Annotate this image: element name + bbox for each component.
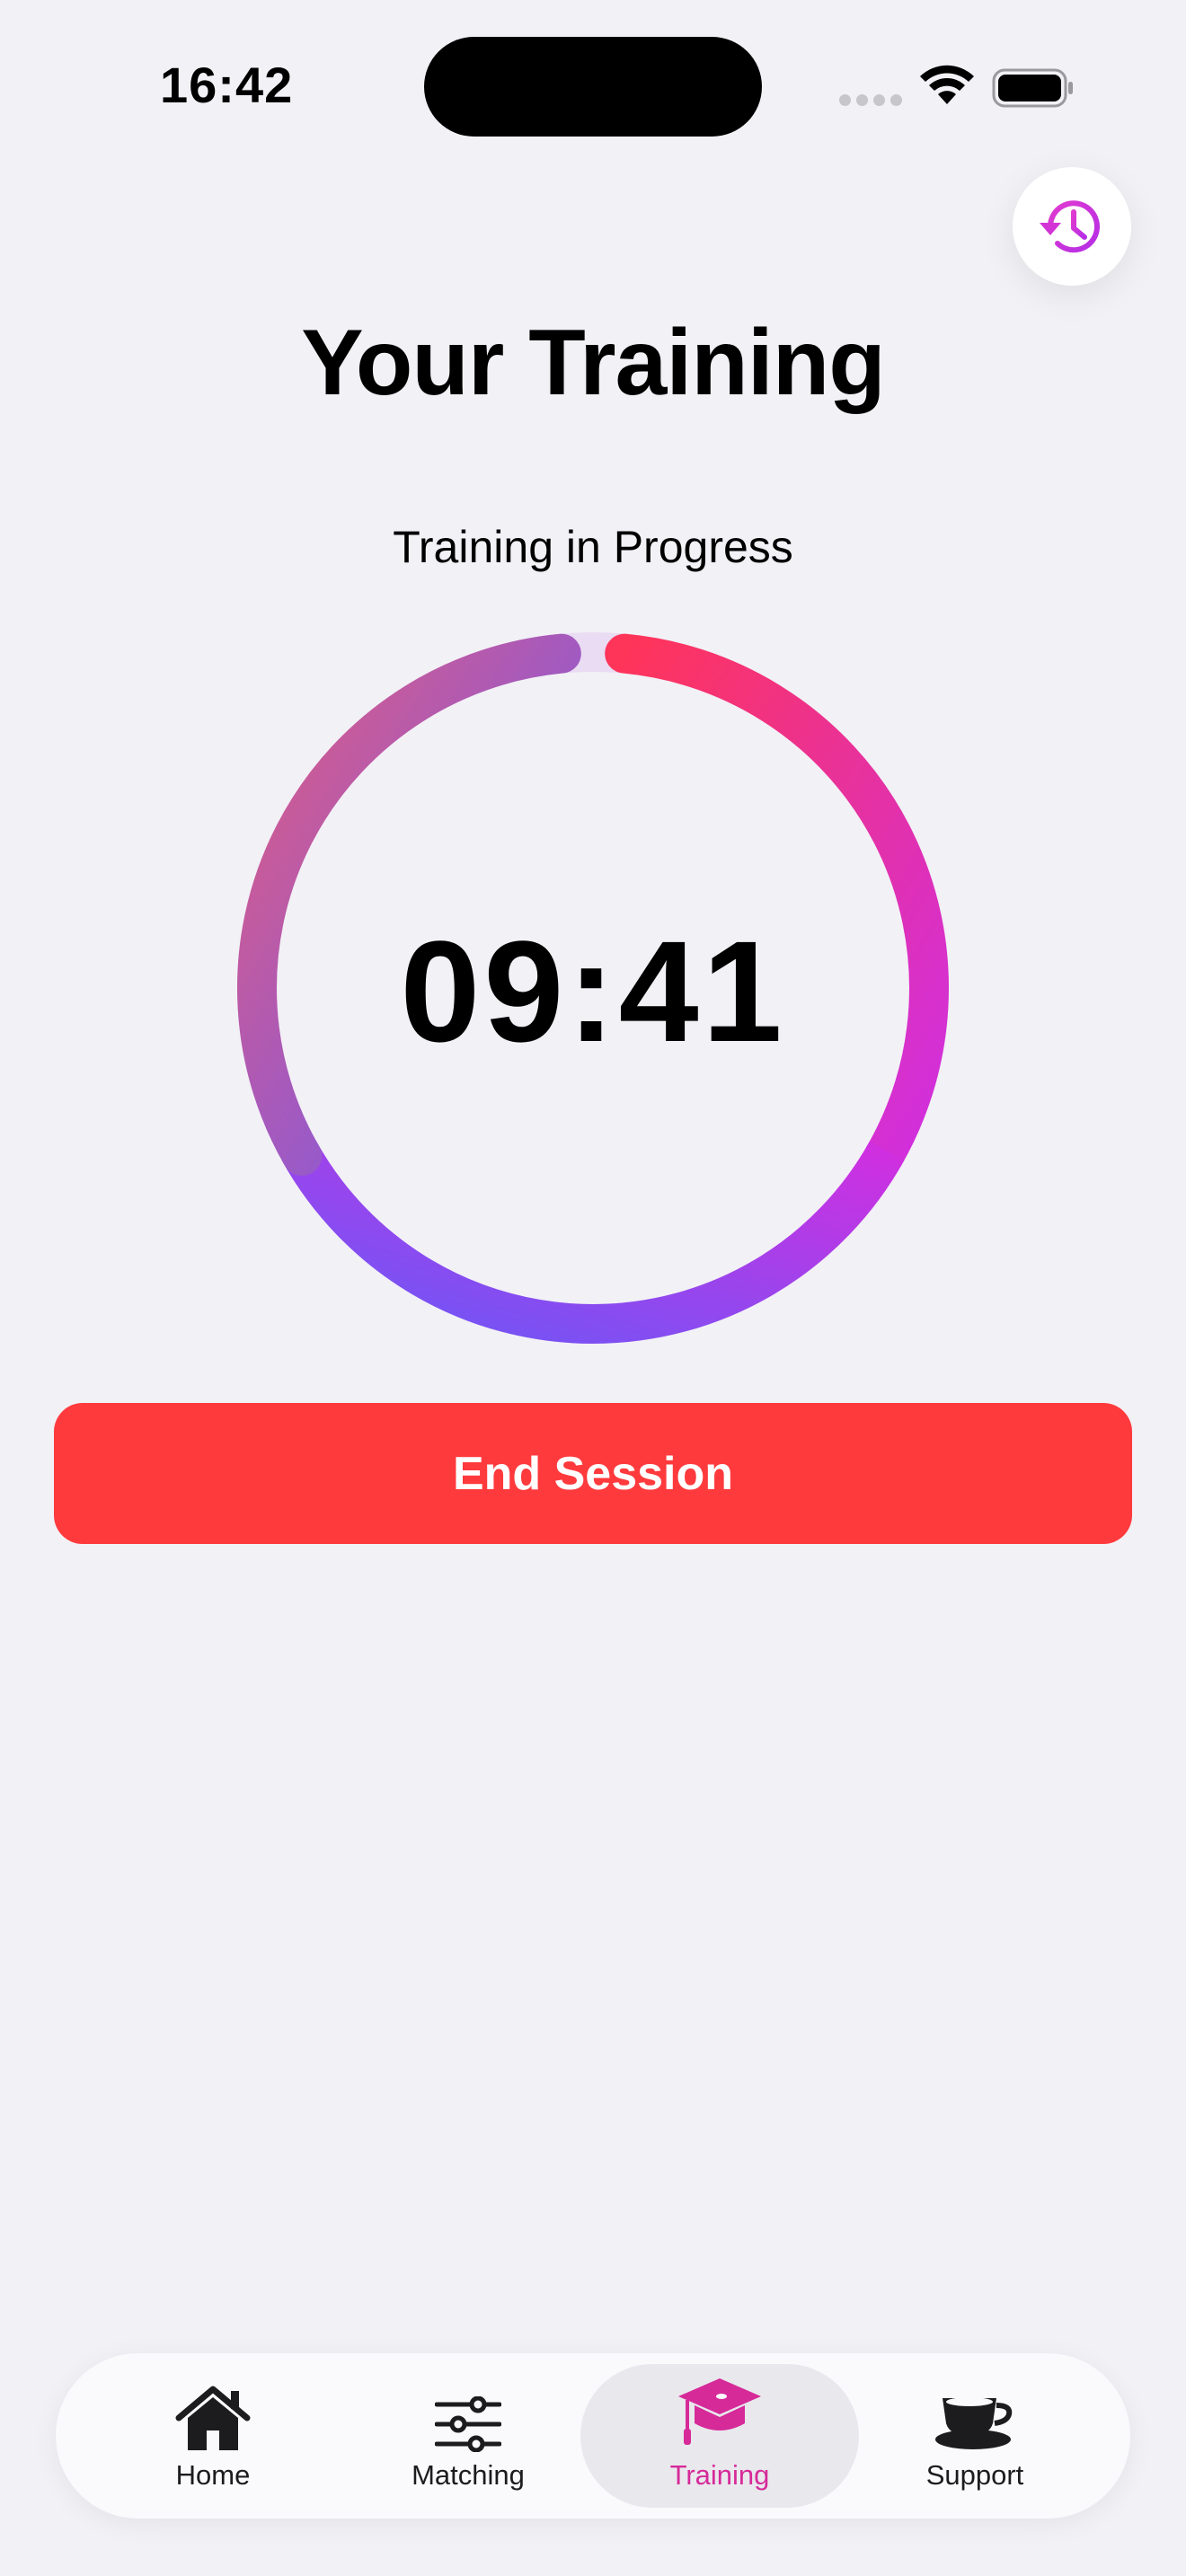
page-title: Your Training [301,311,886,415]
sliders-icon [435,2396,501,2452]
graduation-cap-icon [678,2378,761,2445]
progress-ring-arc [281,1141,905,1345]
tab-training[interactable]: Training [580,2364,859,2508]
session-status-label: Training in Progress [393,522,793,572]
coffee-cup-icon [935,2397,1013,2449]
tab-label: Support [925,2459,1024,2491]
dynamic-island [424,37,762,137]
cellular-signal-icon [839,94,902,106]
history-button[interactable] [1013,167,1131,286]
progress-ring-arc [605,633,949,1176]
tab-label: Matching [412,2459,525,2491]
battery-icon [992,68,1073,108]
timer-display: 09:41 [400,911,786,1072]
house-icon [175,2386,251,2450]
progress-ring-arc [237,633,581,1176]
tab-bar: Home Matching Training Support [56,2353,1130,2519]
status-time: 16:42 [160,57,294,113]
tab-label: Home [175,2459,251,2491]
tab-matching[interactable]: Matching [329,2364,607,2508]
history-clock-icon [1040,200,1100,253]
tab-label: Training [669,2459,770,2491]
tab-home[interactable]: Home [74,2364,352,2508]
wifi-icon [920,65,974,104]
status-indicators [839,65,1082,110]
tab-support[interactable]: Support [836,2364,1114,2508]
end-session-button[interactable]: End Session [54,1403,1132,1544]
